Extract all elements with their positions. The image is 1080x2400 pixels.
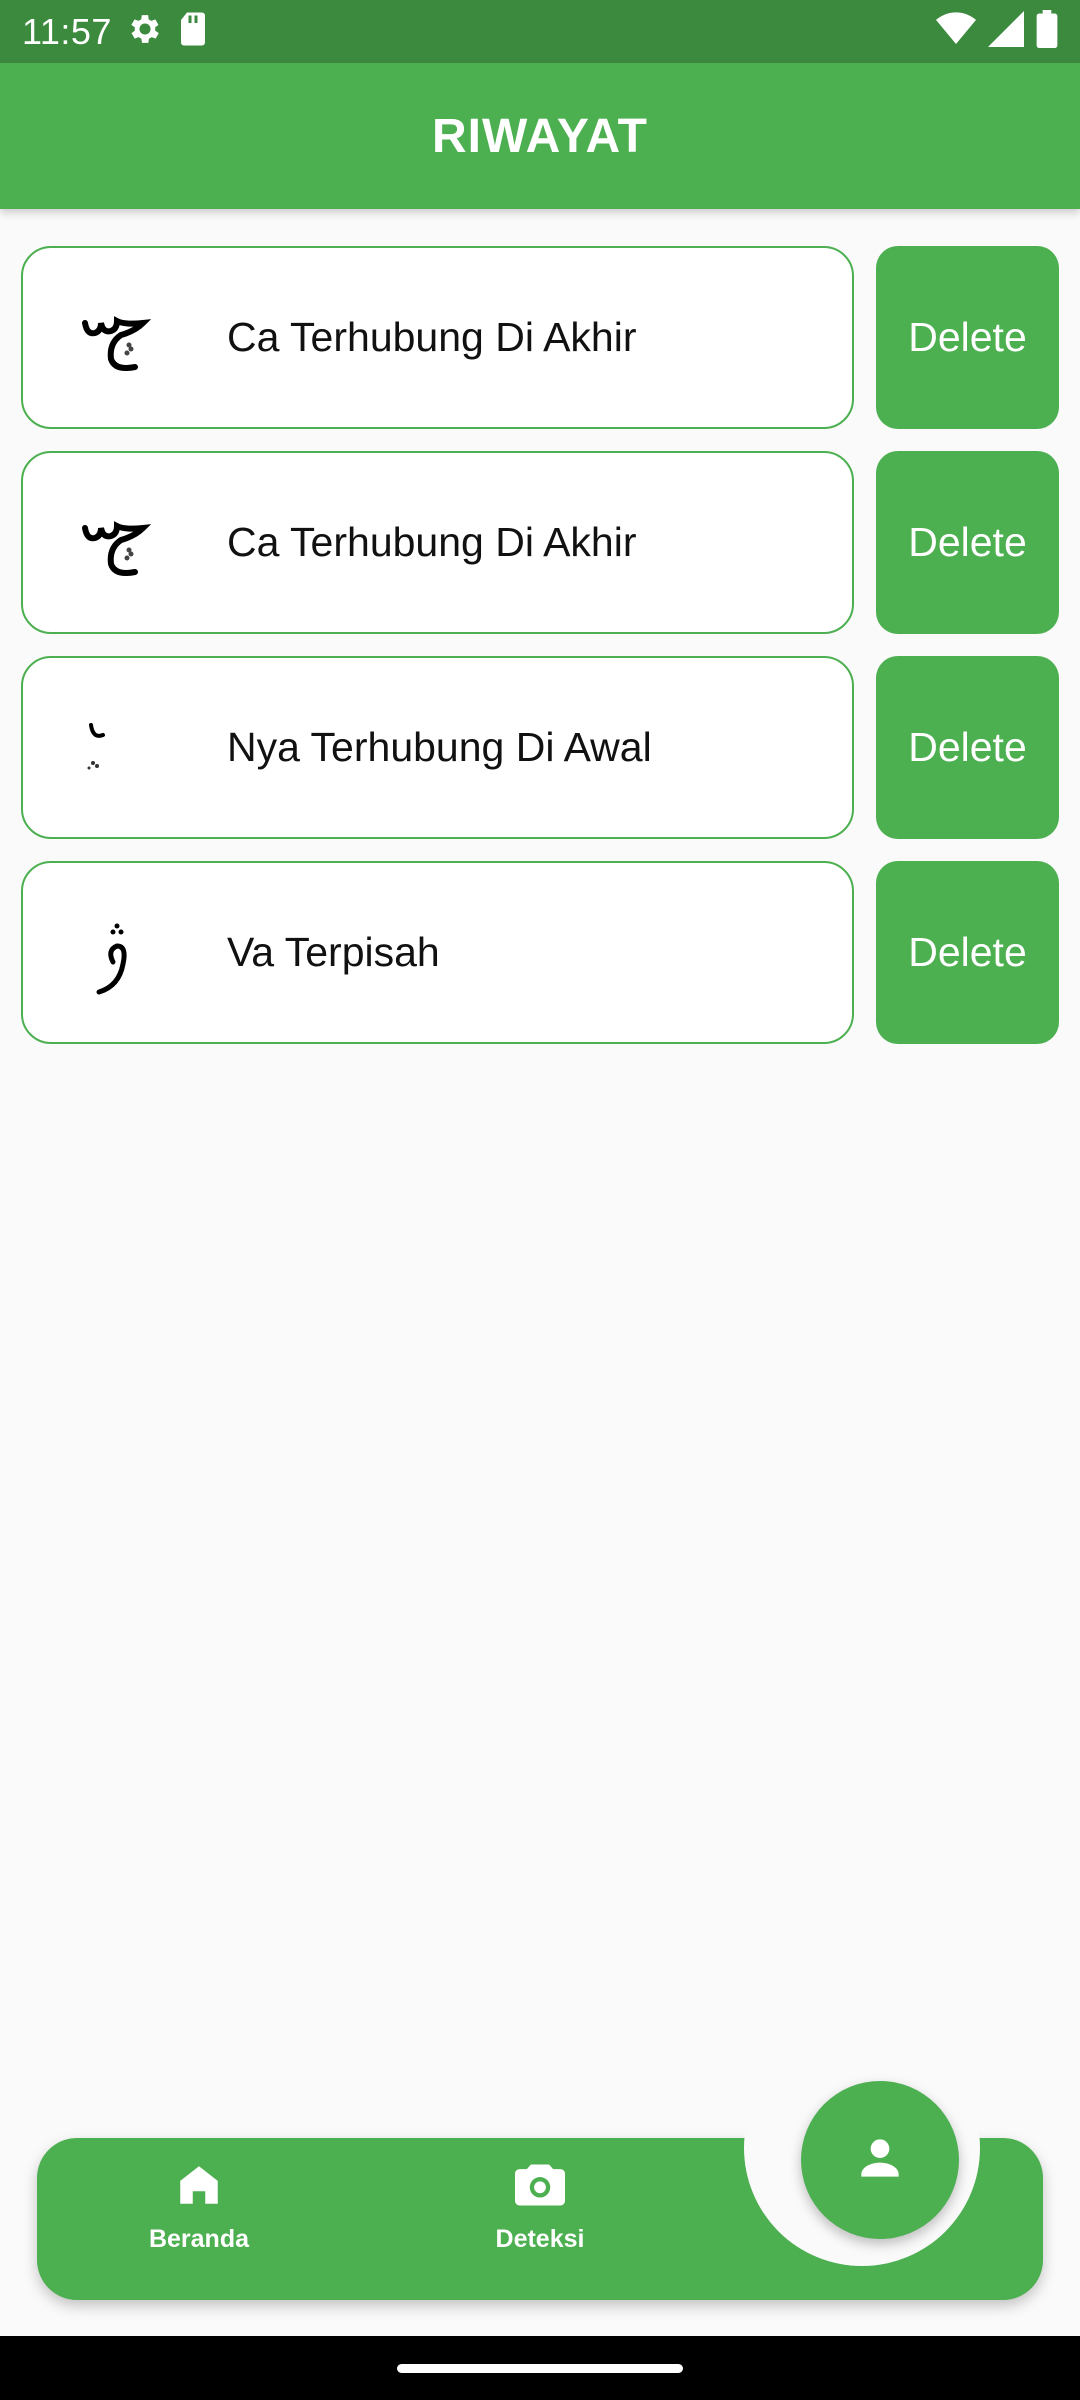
status-bar: 11:57: [0, 0, 1080, 63]
history-row: Nya Terhubung Di Awal Delete: [21, 656, 1059, 839]
status-right: [936, 10, 1058, 53]
nav-item-beranda[interactable]: Beranda: [99, 2160, 299, 2280]
history-card[interactable]: Ca Terhubung Di Akhir: [21, 246, 854, 429]
history-item-label: Ca Terhubung Di Akhir: [227, 519, 637, 565]
nav-item-deteksi[interactable]: Deteksi: [440, 2160, 640, 2280]
arabic-letter-ca-final-thumbnail: [63, 478, 173, 608]
history-item-label: Va Terpisah: [227, 929, 440, 975]
status-time: 11:57: [22, 10, 112, 52]
history-row: Ca Terhubung Di Akhir Delete: [21, 451, 1059, 634]
delete-button[interactable]: Delete: [876, 861, 1059, 1044]
nav-label: Beranda: [148, 2225, 250, 2253]
page-title: RIWAYAT: [432, 109, 648, 163]
wifi-icon: [936, 11, 976, 52]
history-item-label: Nya Terhubung Di Awal: [227, 724, 652, 770]
camera-icon: [512, 2160, 568, 2215]
gesture-handle[interactable]: [397, 2364, 683, 2373]
arabic-letter-ca-final-thumbnail: [63, 273, 173, 403]
history-card[interactable]: Nya Terhubung Di Awal: [21, 656, 854, 839]
arabic-letter-va-isolated-thumbnail: [63, 888, 173, 1018]
arabic-letter-nya-initial-thumbnail: [63, 683, 173, 813]
status-left: 11:57: [22, 10, 208, 53]
sd-card-icon: [178, 11, 208, 52]
nav-label: Deteksi: [495, 2225, 585, 2253]
battery-icon: [1036, 10, 1058, 53]
signal-icon: [988, 11, 1024, 52]
history-card[interactable]: Va Terpisah: [21, 861, 854, 1044]
app-bar: RIWAYAT: [0, 63, 1080, 209]
profile-fab-button[interactable]: [801, 2081, 959, 2239]
history-card[interactable]: Ca Terhubung Di Akhir: [21, 451, 854, 634]
settings-icon: [126, 10, 164, 53]
history-item-label: Ca Terhubung Di Akhir: [227, 314, 637, 360]
person-icon: [852, 2130, 908, 2191]
delete-button[interactable]: Delete: [876, 656, 1059, 839]
history-row: Ca Terhubung Di Akhir Delete: [21, 246, 1059, 429]
home-icon: [174, 2160, 224, 2215]
delete-button[interactable]: Delete: [876, 451, 1059, 634]
history-row: Va Terpisah Delete: [21, 861, 1059, 1044]
delete-button[interactable]: Delete: [876, 246, 1059, 429]
